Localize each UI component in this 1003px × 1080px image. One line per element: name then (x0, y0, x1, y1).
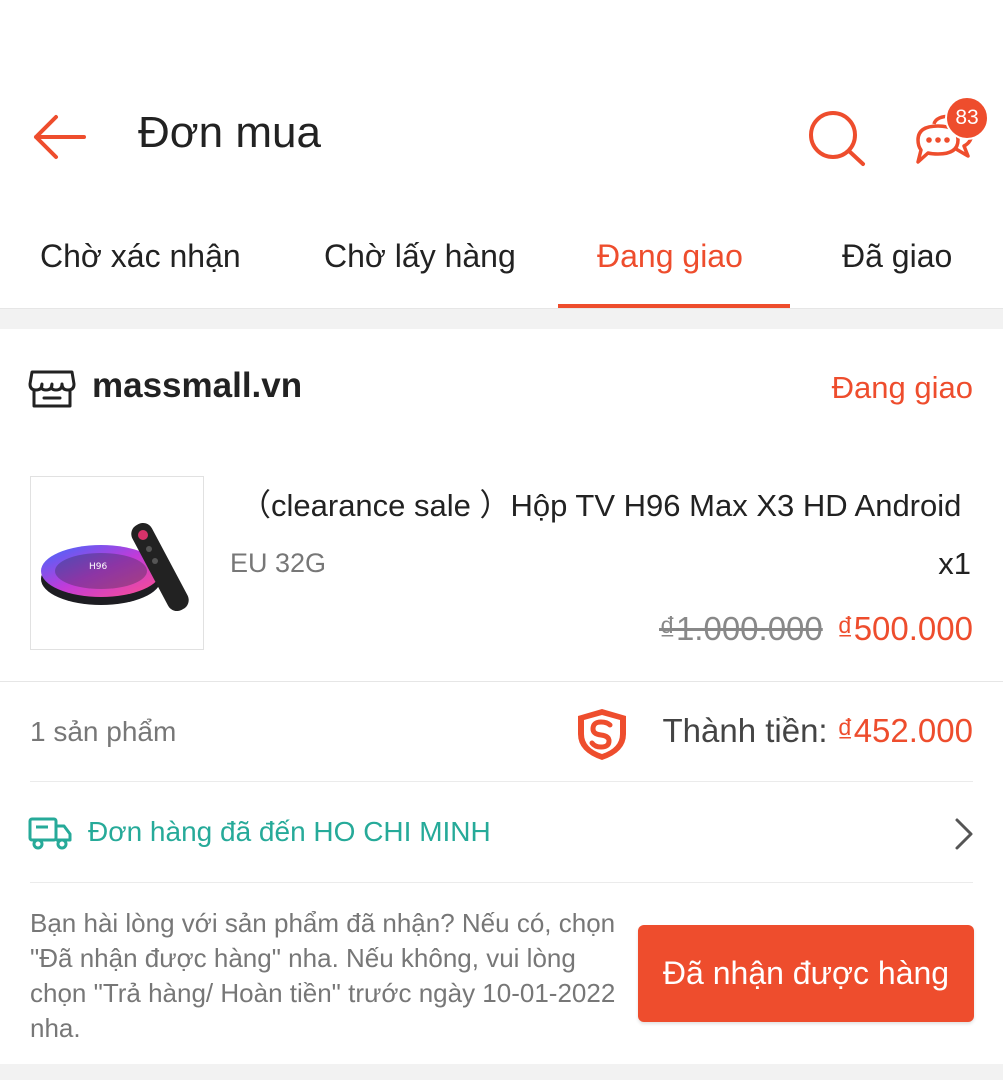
divider (30, 882, 973, 883)
search-button[interactable] (806, 108, 868, 168)
sale-price: ₫500.000 (836, 610, 973, 647)
active-tab-indicator (558, 304, 790, 308)
back-button[interactable] (30, 112, 90, 162)
svg-text:H96: H96 (89, 562, 107, 572)
order-status-label: Đang giao (831, 370, 973, 405)
tv-box-with-remote-image: H96 (41, 522, 189, 612)
confirmation-notice: Bạn hài lòng với sản phẩm đã nhận? Nếu c… (30, 908, 616, 1043)
product-price: ₫1.000.000 ₫500.000 (659, 610, 973, 648)
search-icon (809, 111, 865, 166)
section-separator (0, 309, 1003, 329)
order-status-tabs: Chờ xác nhận Chờ lấy hàng Đang giao Đã g… (0, 210, 1003, 309)
total-value: ₫452.000 (836, 712, 973, 749)
product-name[interactable]: （clearance sale ）Hộp TV H96 Max X3 HD An… (240, 480, 970, 525)
order-total: Thành tiền: ₫452.000 (662, 712, 973, 750)
chevron-right-icon (955, 818, 973, 850)
product-variant: EU 32G (230, 548, 327, 578)
confirm-received-button[interactable]: Đã nhận được hàng (638, 925, 974, 1022)
divider (0, 681, 1003, 682)
shipping-status-text: Đơn hàng đã đến HO CHI MINH (88, 816, 491, 847)
total-label: Thành tiền: (662, 712, 837, 749)
truck-icon (28, 817, 72, 850)
page-title: Đơn mua (138, 108, 321, 157)
original-price: ₫1.000.000 (659, 610, 823, 647)
tab-cho-xac-nhan[interactable]: Chờ xác nhận (40, 238, 241, 275)
shield-s-icon (578, 709, 626, 760)
product-thumbnail[interactable]: H96 (30, 476, 204, 650)
shop-name[interactable]: massmall.vn (92, 366, 302, 406)
app-header: Đơn mua 83 (0, 0, 1003, 210)
store-icon (28, 370, 76, 408)
arrow-left-icon (34, 115, 86, 159)
chat-unread-badge: 83 (945, 96, 989, 140)
section-separator (0, 1064, 1003, 1080)
product-quantity: x1 (938, 546, 971, 581)
tab-cho-lay-hang[interactable]: Chờ lấy hàng (324, 238, 516, 275)
tab-dang-giao[interactable]: Đang giao (597, 238, 743, 275)
tab-da-giao[interactable]: Đã giao (842, 238, 952, 275)
item-count: 1 sản phẩm (30, 716, 177, 747)
